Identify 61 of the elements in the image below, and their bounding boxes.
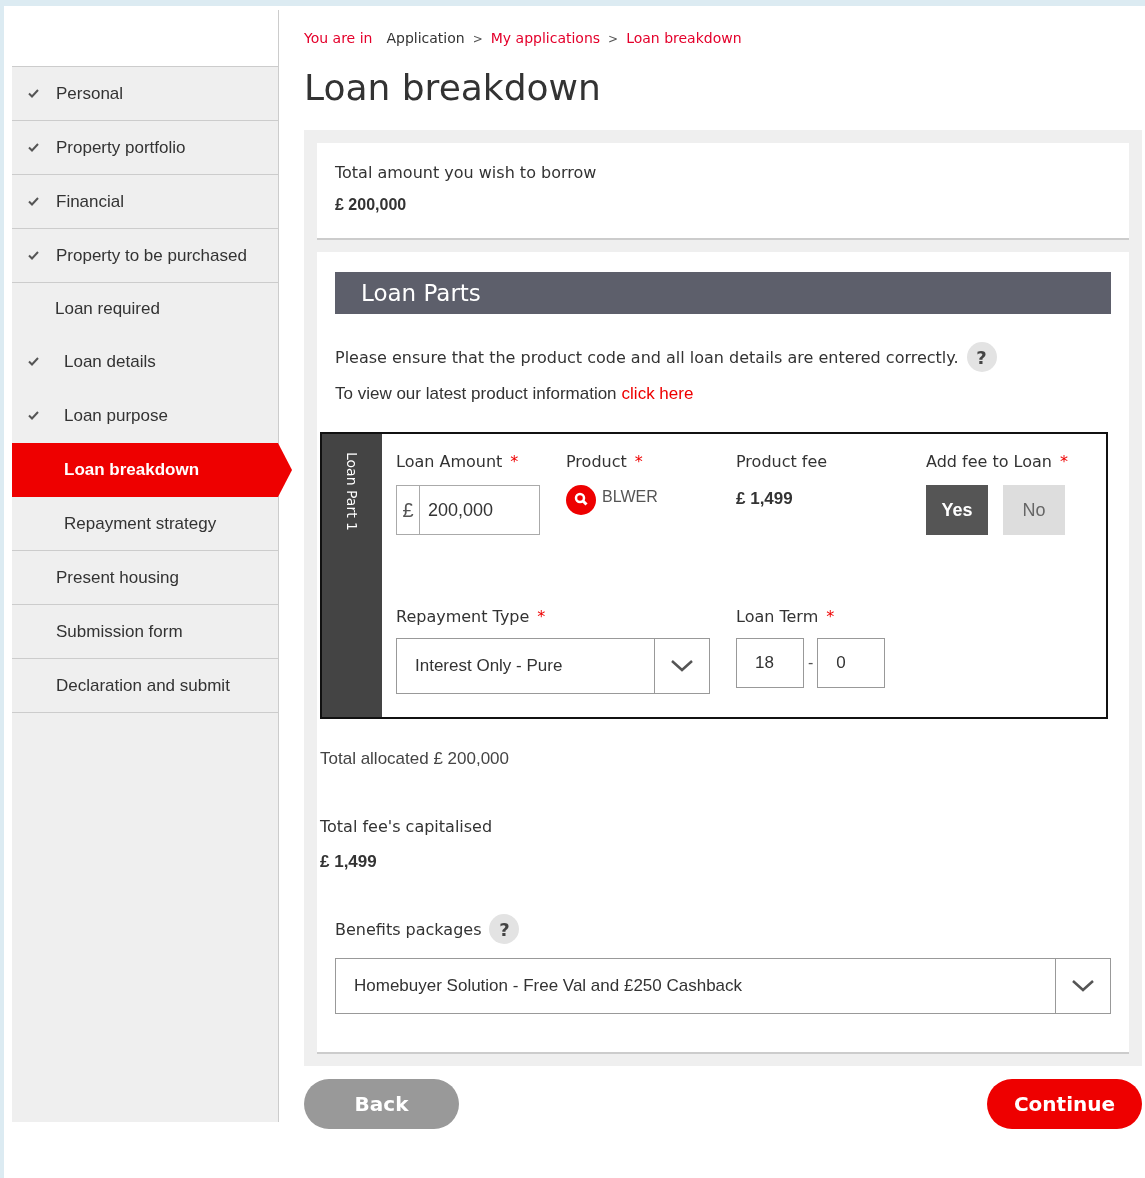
sidebar-item[interactable]: Repayment strategy <box>12 497 278 551</box>
total-allocated: Total allocated £ 200,000 <box>320 749 511 769</box>
required-mark: * <box>634 452 643 471</box>
sidebar-item[interactable]: Loan required <box>12 283 278 335</box>
borrow-label: Total amount you wish to borrow <box>335 163 598 182</box>
breadcrumb-prefix: You are in <box>304 30 373 46</box>
check-icon <box>28 411 39 420</box>
borrow-amount: £ 200,000 <box>335 196 408 214</box>
sidebar-item[interactable]: Present housing <box>12 551 278 605</box>
sidebar-item[interactable]: Loan purpose <box>12 389 278 443</box>
sidebar-item[interactable]: Financial <box>12 175 278 229</box>
toggle-button[interactable]: Yes <box>926 485 988 535</box>
loan-amount-field[interactable]: £ 200,000 <box>396 485 540 535</box>
breadcrumb-separator: > <box>472 32 483 46</box>
sidebar-item[interactable]: Submission form <box>12 605 278 659</box>
sidebar-item[interactable]: Personal <box>12 67 278 121</box>
sidebar-item[interactable]: Declaration and submit <box>12 659 278 713</box>
check-icon <box>28 197 39 206</box>
years-field[interactable]: 18 <box>736 638 804 688</box>
benefits-label: Benefits packages <box>335 919 482 939</box>
field-label: Product <box>566 452 627 471</box>
info-text: To view our latest product information <box>335 384 617 404</box>
chevron-down-icon <box>1071 979 1095 993</box>
months-field[interactable]: 0 <box>817 638 886 688</box>
term-separator: - <box>807 654 815 672</box>
check-icon <box>28 357 39 366</box>
sidebar-item[interactable]: Loan breakdown <box>12 443 292 497</box>
repayment-type-dropdown[interactable]: Interest Only - Pure <box>396 638 710 694</box>
required-mark: * <box>1060 452 1068 471</box>
help-icon[interactable]: ? <box>966 342 997 372</box>
breadcrumb-link[interactable]: Loan breakdown <box>626 30 742 46</box>
field-label: Product fee <box>736 452 828 471</box>
search-icon[interactable] <box>566 485 596 515</box>
loan-parts-heading: Loan Parts <box>335 272 1111 314</box>
benefits-dropdown[interactable]: Homebuyer Solution - Free Val and £250 Cashback <box>335 958 1111 1014</box>
help-icon[interactable]: ? <box>489 914 520 944</box>
chevron-down-icon <box>670 659 694 673</box>
required-mark: * <box>826 607 835 626</box>
check-icon <box>28 251 39 260</box>
field-label: Repayment Type <box>396 607 530 626</box>
sidebar-item[interactable]: Property to be purchased <box>12 229 278 283</box>
field-label: Add fee to Loan <box>926 452 1052 471</box>
click-here-link[interactable]: click here <box>621 384 694 404</box>
notice-text: Please ensure that the product code and all loan details are entered correctly. <box>335 347 959 367</box>
required-mark: * <box>510 452 519 471</box>
fees-capitalised-value: £ 1,499 <box>320 852 378 872</box>
product-fee-value: £ 1,499 <box>736 489 794 509</box>
product-code: BLWER <box>602 488 658 506</box>
continue-button[interactable]: Continue <box>987 1079 1142 1129</box>
field-label: Loan Amount <box>396 452 503 471</box>
toggle-button[interactable]: No <box>1003 485 1065 535</box>
check-icon <box>28 143 39 152</box>
sidebar-item[interactable]: Property portfolio <box>12 121 278 175</box>
sidebar-item[interactable]: Loan details <box>12 335 278 389</box>
page-title: Loan breakdown <box>304 66 602 110</box>
breadcrumb-separator: > <box>608 32 619 46</box>
check-icon <box>28 89 39 98</box>
fees-capitalised-label: Total fee's capitalised <box>320 817 494 836</box>
breadcrumb-link[interactable]: My applications <box>490 30 601 46</box>
field-label: Loan Term <box>736 607 819 626</box>
required-mark: * <box>537 607 546 626</box>
